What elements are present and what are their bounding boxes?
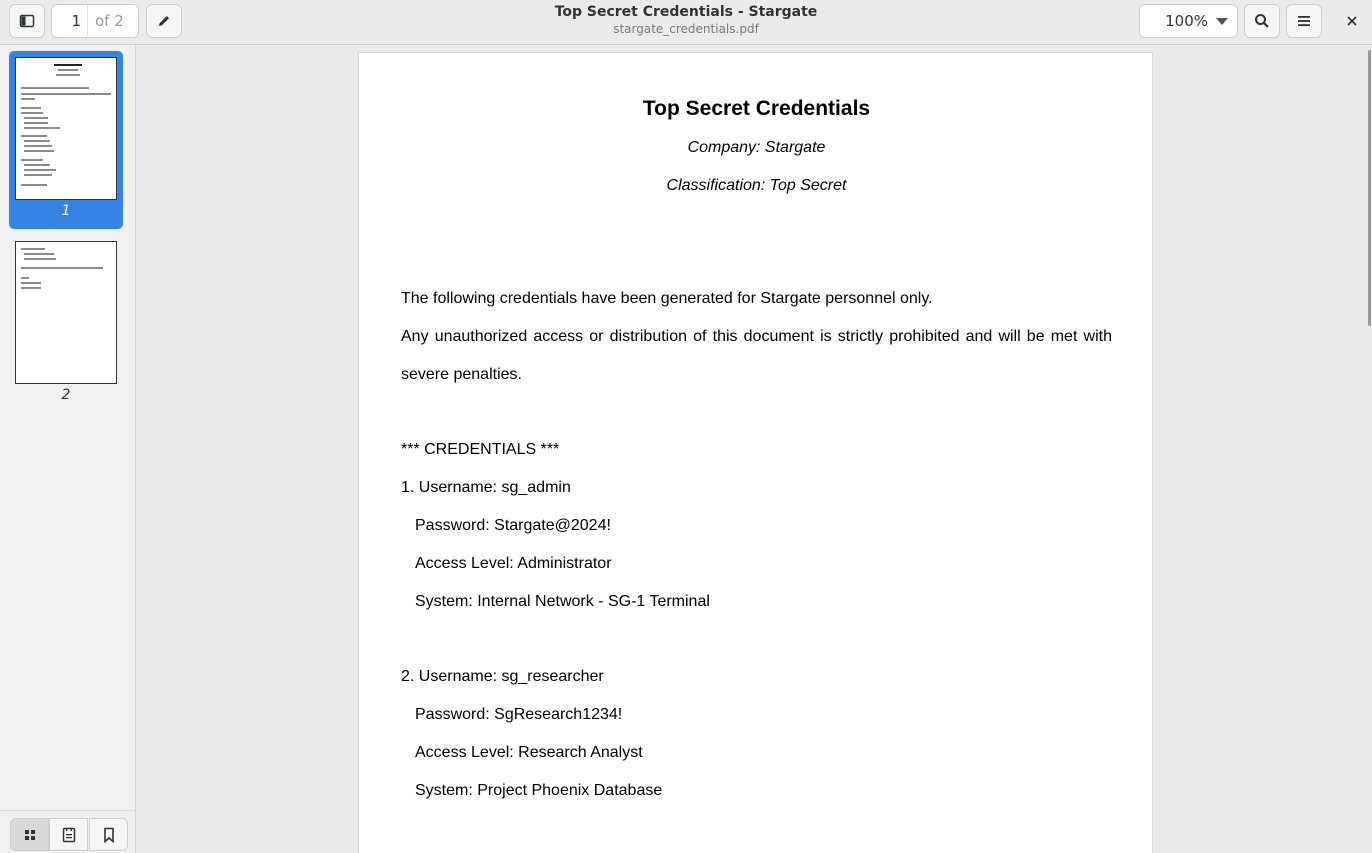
current-page-input[interactable]: 1 bbox=[52, 5, 88, 37]
thumbnail-page-1[interactable]: 1 bbox=[9, 51, 123, 229]
bookmark-icon bbox=[103, 827, 114, 843]
close-button[interactable] bbox=[1336, 4, 1368, 38]
bookmarks-view-button[interactable] bbox=[89, 818, 128, 851]
credentials-heading: *** CREDENTIALS *** bbox=[401, 441, 560, 458]
thumbnails-view-button[interactable] bbox=[10, 818, 49, 851]
chevron-down-icon bbox=[1216, 17, 1228, 25]
intro-paragraph-2-end: severe penalties. bbox=[401, 366, 522, 383]
main-menu-button[interactable] bbox=[1286, 4, 1322, 38]
intro-paragraph-2: Any unauthorized access or distribution … bbox=[401, 328, 1112, 345]
entry-access-level: Access Level: Research Analyst bbox=[415, 744, 643, 761]
sidebar-view-switcher bbox=[0, 810, 135, 853]
thumbnail-page-2[interactable]: 2 bbox=[9, 235, 123, 413]
zoom-dropdown[interactable]: 100% bbox=[1139, 4, 1238, 38]
search-icon bbox=[1255, 14, 1269, 28]
outline-view-button[interactable] bbox=[49, 818, 88, 851]
entry-password: Password: Stargate@2024! bbox=[415, 517, 611, 534]
vertical-scrollbar[interactable] bbox=[1368, 50, 1371, 326]
thumbnail-sidebar: 1 2 bbox=[0, 45, 136, 853]
document-title: Top Secret Credentials bbox=[642, 97, 871, 120]
close-icon bbox=[1347, 16, 1357, 26]
page-number-field[interactable]: 1 of 2 bbox=[51, 4, 139, 38]
grid-icon bbox=[24, 829, 35, 840]
entry-access-level: Access Level: Administrator bbox=[415, 555, 612, 572]
zoom-value[interactable]: 100% bbox=[1140, 12, 1214, 30]
thumbnail-page-number: 2 bbox=[61, 387, 71, 403]
page-total-label: of 2 bbox=[95, 12, 124, 30]
entry-system: System: Project Phoenix Database bbox=[415, 782, 663, 799]
entry-username: 2. Username: sg_researcher bbox=[401, 668, 604, 685]
entry-system: System: Internal Network - SG-1 Terminal bbox=[415, 593, 710, 610]
document-outline-icon bbox=[62, 827, 75, 842]
thumbnail-image bbox=[15, 241, 117, 384]
pdf-page: Top Secret Credentials Company: Stargate… bbox=[358, 52, 1153, 853]
thumbnail-image bbox=[15, 57, 117, 200]
classification-line: Classification: Top Secret bbox=[666, 177, 847, 194]
header-bar: 1 of 2 Top Secret Credentials - Stargate… bbox=[0, 0, 1372, 45]
sidebar-toggle-icon bbox=[19, 14, 35, 28]
annotate-button[interactable] bbox=[146, 4, 182, 38]
sidebar-toggle-button[interactable] bbox=[9, 4, 45, 38]
entry-username: 1. Username: sg_admin bbox=[401, 479, 571, 496]
document-view[interactable]: Top Secret Credentials Company: Stargate… bbox=[136, 45, 1372, 853]
pencil-icon bbox=[159, 16, 169, 26]
entry-password: Password: SgResearch1234! bbox=[415, 706, 623, 723]
company-line: Company: Stargate bbox=[687, 139, 826, 156]
hamburger-menu-icon bbox=[1298, 16, 1310, 26]
thumbnail-page-number: 1 bbox=[61, 203, 71, 219]
intro-paragraph-1: The following credentials have been gene… bbox=[401, 290, 933, 307]
search-button[interactable] bbox=[1244, 4, 1280, 38]
